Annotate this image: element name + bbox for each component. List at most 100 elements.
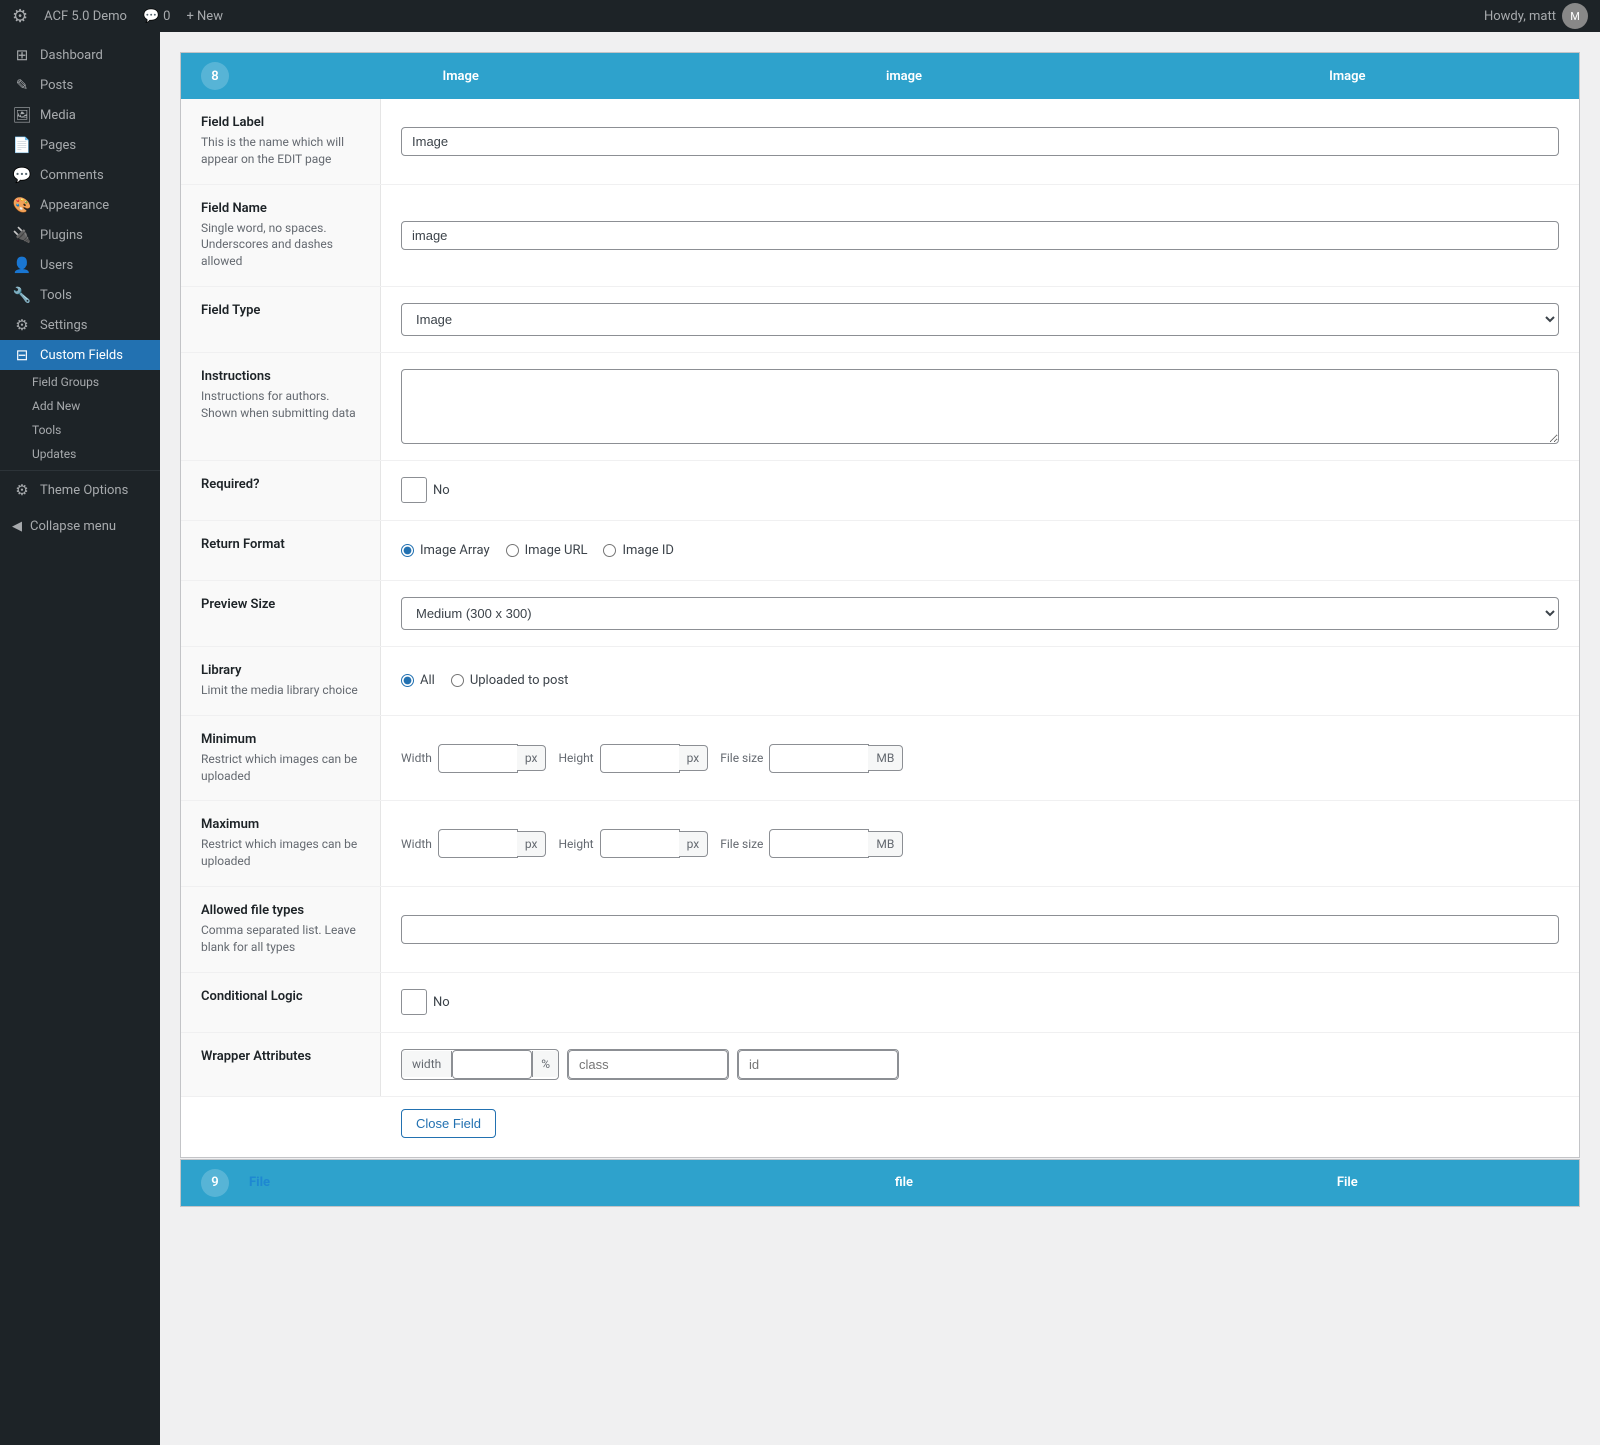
- maximum-height-group: Height px: [558, 829, 708, 858]
- maximum-height-input[interactable]: [600, 829, 680, 858]
- field-header-8: 8 Image image Image: [181, 53, 1579, 99]
- maximum-filesize-label: File size: [720, 837, 763, 851]
- sidebar-item-custom-fields[interactable]: ⊟ Custom Fields: [0, 340, 160, 370]
- dashboard-icon: ⊞: [12, 46, 32, 64]
- close-field-button[interactable]: Close Field: [401, 1109, 496, 1138]
- return-format-row: Return Format Image Array Image URL: [181, 521, 1579, 581]
- wrapper-width-label: width: [402, 1051, 452, 1077]
- posts-icon: ✎: [12, 76, 32, 94]
- library-row: Library Limit the media library choice A…: [181, 647, 1579, 716]
- return-format-group: Image Array Image URL Image ID: [401, 543, 674, 558]
- minimum-height-label: Height: [558, 751, 593, 765]
- field-type-select[interactable]: Image: [401, 303, 1559, 336]
- minimum-title: Minimum: [201, 732, 364, 747]
- library-all[interactable]: All: [401, 673, 435, 688]
- wp-logo-icon[interactable]: ⚙: [12, 6, 28, 27]
- library-uploaded-to-post[interactable]: Uploaded to post: [451, 673, 569, 688]
- comments-bar-item[interactable]: 💬 0: [143, 9, 171, 24]
- wrapper-attributes-row: Wrapper Attributes width %: [181, 1033, 1579, 1097]
- plugins-icon: 🔌: [12, 226, 32, 244]
- comments-icon: 💬: [12, 166, 32, 184]
- instructions-desc: Instructions for authors. Shown when sub…: [201, 388, 364, 422]
- maximum-row: Maximum Restrict which images can be upl…: [181, 801, 1579, 887]
- field-name-title: Field Name: [201, 201, 364, 216]
- minimum-measures: Width px Height px File size MB: [401, 744, 903, 773]
- minimum-width-unit: px: [517, 745, 547, 771]
- minimum-filesize-input[interactable]: [769, 744, 869, 773]
- sidebar-item-theme-options[interactable]: ⚙ Theme Options: [0, 475, 160, 505]
- minimum-filesize-group: File size MB: [720, 744, 903, 773]
- field-name-input[interactable]: [401, 221, 1559, 250]
- sidebar-item-comments[interactable]: 💬 Comments: [0, 160, 160, 190]
- minimum-height-unit: px: [679, 745, 709, 771]
- sidebar-item-dashboard[interactable]: ⊞ Dashboard: [0, 40, 160, 70]
- pages-icon: 📄: [12, 136, 32, 154]
- return-format-title: Return Format: [201, 537, 364, 552]
- library-desc: Limit the media library choice: [201, 682, 364, 699]
- wrapper-id-group: [737, 1049, 899, 1080]
- sidebar-item-tools[interactable]: 🔧 Tools: [0, 280, 160, 310]
- sidebar-item-appearance[interactable]: 🎨 Appearance: [0, 190, 160, 220]
- conditional-logic-checkbox[interactable]: [401, 989, 427, 1015]
- sidebar-sub-item-field-groups[interactable]: Field Groups: [0, 370, 160, 394]
- sidebar-item-users[interactable]: 👤 Users: [0, 250, 160, 280]
- minimum-desc: Restrict which images can be uploaded: [201, 751, 364, 785]
- maximum-height-label: Height: [558, 837, 593, 851]
- instructions-textarea[interactable]: [401, 369, 1559, 444]
- allowed-file-types-input[interactable]: [401, 915, 1559, 944]
- conditional-logic-toggle[interactable]: No: [401, 989, 450, 1015]
- required-row: Required? No: [181, 461, 1579, 521]
- sidebar-sub-item-updates[interactable]: Updates: [0, 442, 160, 466]
- conditional-logic-title: Conditional Logic: [201, 989, 364, 1004]
- collapse-icon: ◀: [12, 519, 22, 534]
- sidebar-item-pages[interactable]: 📄 Pages: [0, 130, 160, 160]
- minimum-width-input[interactable]: [438, 744, 518, 773]
- maximum-width-input[interactable]: [438, 829, 518, 858]
- minimum-height-input[interactable]: [600, 744, 680, 773]
- required-toggle[interactable]: No: [401, 477, 450, 503]
- field-number-9: 9: [201, 1169, 229, 1197]
- minimum-width-label: Width: [401, 751, 432, 765]
- allowed-file-types-desc: Comma separated list. Leave blank for al…: [201, 922, 364, 956]
- wrapper-width-unit-btn[interactable]: %: [532, 1051, 558, 1077]
- avatar: M: [1562, 3, 1588, 29]
- sidebar-sub-item-tools[interactable]: Tools: [0, 418, 160, 442]
- sidebar-item-media[interactable]: 🖼 Media: [0, 100, 160, 130]
- preview-size-title: Preview Size: [201, 597, 364, 612]
- site-name[interactable]: ACF 5.0 Demo: [44, 9, 127, 24]
- field-label-desc: This is the name which will appear on th…: [201, 134, 364, 168]
- field-label-row: Field Label This is the name which will …: [181, 99, 1579, 185]
- theme-options-icon: ⚙: [12, 481, 32, 499]
- return-format-id[interactable]: Image ID: [603, 543, 674, 558]
- instructions-row: Instructions Instructions for authors. S…: [181, 353, 1579, 461]
- maximum-filesize-group: File size MB: [720, 829, 903, 858]
- maximum-width-unit: px: [517, 831, 547, 857]
- preview-size-select[interactable]: Medium (300 x 300): [401, 597, 1559, 630]
- field-label-input[interactable]: [401, 127, 1559, 156]
- sidebar-item-posts[interactable]: ✎ Posts: [0, 70, 160, 100]
- sidebar-sub-item-add-new[interactable]: Add New: [0, 394, 160, 418]
- field-card-9: 9 File file File: [180, 1159, 1580, 1207]
- return-format-url[interactable]: Image URL: [506, 543, 588, 558]
- new-bar-item[interactable]: + New: [186, 9, 223, 24]
- sidebar-item-settings[interactable]: ⚙ Settings: [0, 310, 160, 340]
- field-type-title: Field Type: [201, 303, 364, 318]
- field-name-desc: Single word, no spaces. Underscores and …: [201, 220, 364, 270]
- appearance-icon: 🎨: [12, 196, 32, 214]
- wrapper-class-input[interactable]: [568, 1050, 728, 1079]
- comment-icon: 💬: [143, 9, 159, 24]
- sidebar-item-plugins[interactable]: 🔌 Plugins: [0, 220, 160, 250]
- field-number-8: 8: [201, 62, 229, 90]
- wrapper-id-input[interactable]: [738, 1050, 898, 1079]
- minimum-row: Minimum Restrict which images can be upl…: [181, 716, 1579, 802]
- allowed-file-types-title: Allowed file types: [201, 903, 364, 918]
- required-checkbox[interactable]: [401, 477, 427, 503]
- wrapper-width-input[interactable]: [452, 1050, 532, 1079]
- maximum-title: Maximum: [201, 817, 364, 832]
- maximum-filesize-input[interactable]: [769, 829, 869, 858]
- return-format-array[interactable]: Image Array: [401, 543, 490, 558]
- field-header-col3: Image: [1136, 69, 1559, 84]
- required-no-label: No: [433, 483, 450, 498]
- maximum-measures: Width px Height px File size MB: [401, 829, 903, 858]
- collapse-menu-button[interactable]: ◀ Collapse menu: [0, 513, 160, 540]
